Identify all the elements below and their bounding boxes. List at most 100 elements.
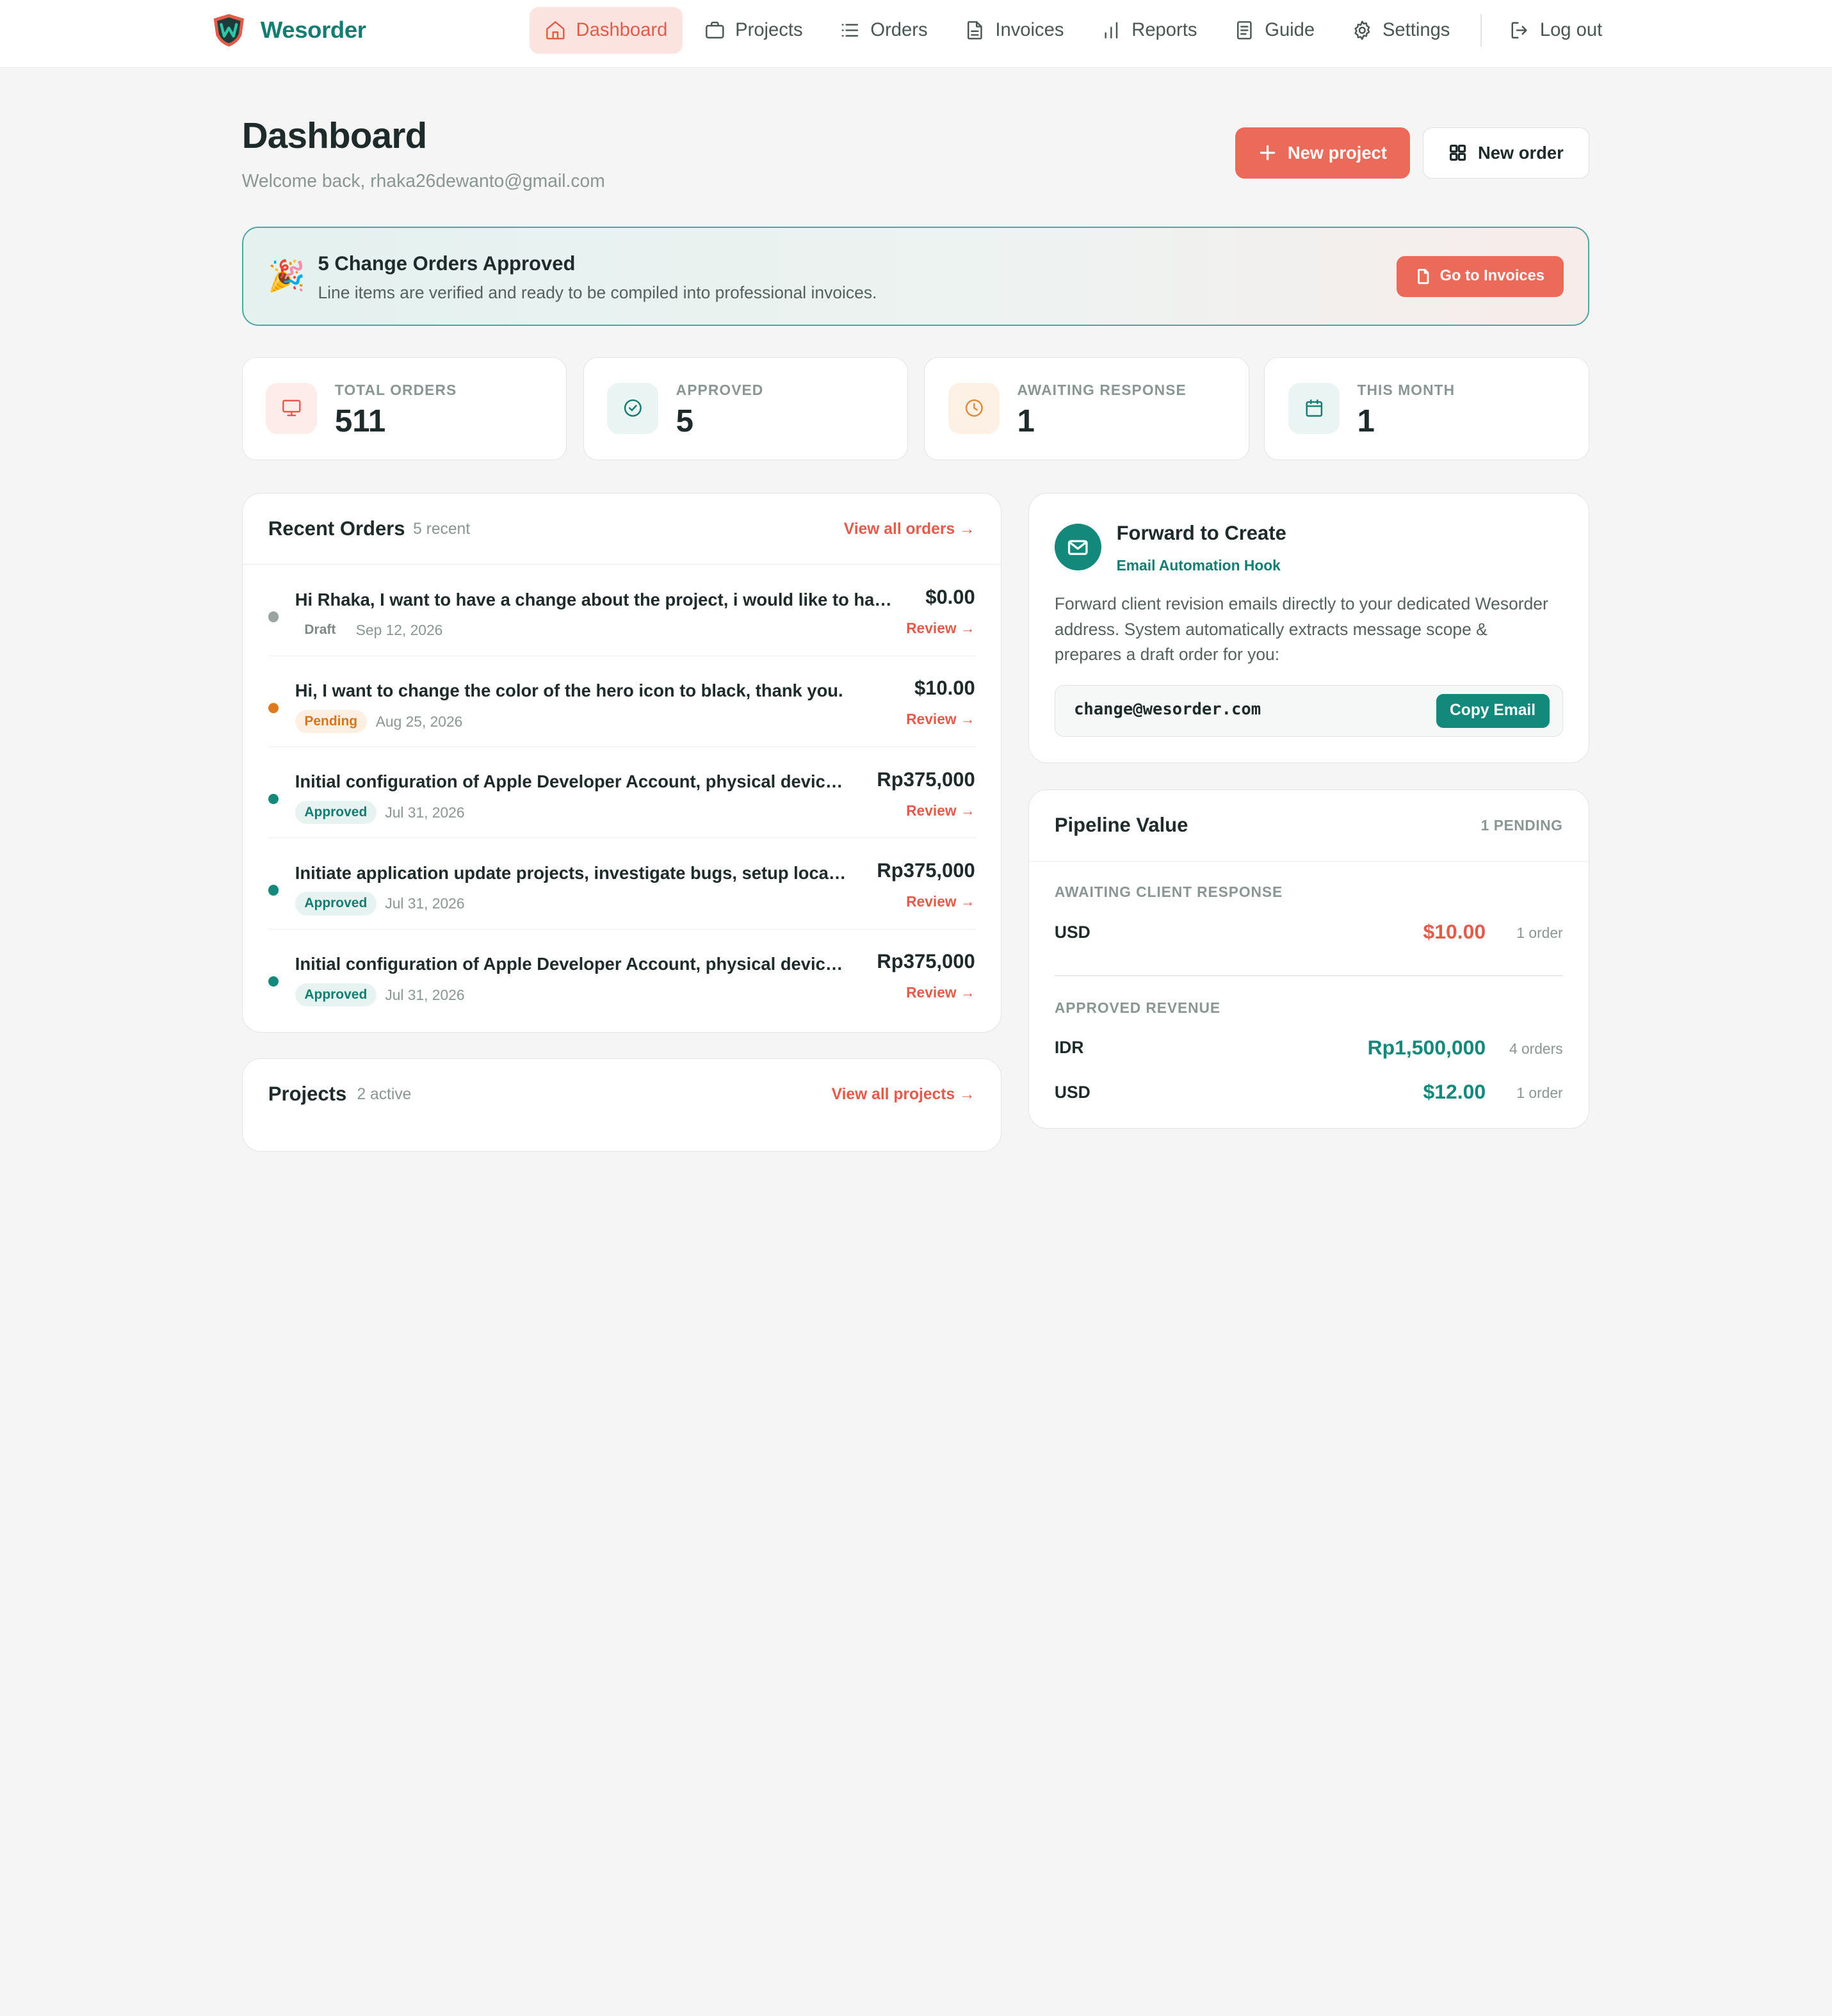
nav-dashboard[interactable]: Dashboard: [529, 6, 683, 54]
briefcase-icon: [705, 21, 724, 39]
nav-reports[interactable]: Reports: [1085, 7, 1212, 54]
nav-projects-label: Projects: [735, 19, 803, 40]
pipeline-amount: Rp1,500,000: [1367, 1035, 1486, 1059]
approved-section-label: APPROVED REVENUE: [1054, 999, 1220, 1017]
gear-icon: [1354, 20, 1370, 40]
new-order-label: New order: [1477, 143, 1564, 163]
stat-icon-box: [607, 382, 659, 434]
brand[interactable]: Wesorder: [211, 13, 366, 48]
stat-card-total-orders: TOTAL ORDERS 511: [241, 357, 567, 460]
status-badge: Approved: [295, 983, 377, 1007]
stat-icon-box: [1288, 382, 1340, 434]
nav-projects[interactable]: Projects: [688, 7, 818, 54]
nav-settings[interactable]: Settings: [1336, 7, 1465, 54]
recent-orders-card: Recent Orders 5 recent View all orders →…: [241, 493, 1001, 1033]
document-icon: [968, 21, 982, 40]
order-date: Aug 25, 2026: [375, 713, 463, 730]
order-title: Initial configuration of Apple Developer…: [295, 953, 850, 974]
brand-shield-icon: [213, 13, 245, 47]
clock-icon: [965, 399, 983, 417]
order-title: Hi, I want to change the color of the he…: [295, 680, 843, 700]
order-row[interactable]: Initial configuration of Apple Developer…: [268, 747, 975, 839]
top-navbar: Wesorder Dashboard Projects Orders Invoi…: [0, 0, 1832, 68]
pipeline-currency: IDR: [1054, 1038, 1084, 1058]
party-popper-icon: 🎉: [268, 259, 306, 294]
brand-name: Wesorder: [260, 17, 366, 44]
monitor-icon: [282, 400, 301, 417]
bar-chart-icon: [1105, 22, 1118, 39]
document-icon: [1418, 268, 1429, 284]
order-date: Jul 31, 2026: [385, 986, 465, 1003]
order-amount: Rp375,000: [877, 950, 975, 973]
awaiting-section-label: AWAITING CLIENT RESPONSE: [1054, 883, 1283, 901]
stat-icon-box: [948, 382, 1000, 434]
order-amount: $0.00: [925, 586, 975, 609]
pipeline-order-count: 1 order: [1516, 1085, 1563, 1102]
view-all-projects-link[interactable]: View all projects →: [832, 1086, 975, 1104]
order-amount: $10.00: [914, 677, 975, 700]
order-title: Initiate application update projects, in…: [295, 862, 850, 883]
order-date: Sep 12, 2026: [355, 622, 443, 639]
stat-card-awaiting-response: AWAITING RESPONSE 1: [924, 357, 1249, 460]
projects-count: 2 active: [357, 1086, 412, 1104]
pipeline-title: Pipeline Value: [1054, 813, 1188, 836]
stat-value: 1: [1017, 403, 1035, 439]
order-row[interactable]: Hi Rhaka, I want to have a change about …: [268, 565, 975, 656]
pipeline-header: Pipeline Value 1 PENDING: [1028, 790, 1589, 862]
forward-email-address[interactable]: change@wesorder.com: [1074, 700, 1261, 719]
pipeline-value-card: Pipeline Value 1 PENDING AWAITING CLIENT…: [1028, 789, 1589, 1129]
pipeline-currency: USD: [1054, 1082, 1090, 1102]
pipeline-row: USD $10.00 1 order: [1055, 920, 1563, 948]
status-dot: [268, 976, 279, 987]
nav-settings-label: Settings: [1382, 19, 1450, 40]
go-to-invoices-button[interactable]: Go to Invoices: [1396, 255, 1564, 297]
forward-description: Forward client revision emails directly …: [1054, 594, 1548, 664]
nav-reports-label: Reports: [1131, 19, 1197, 40]
pipeline-row: USD $12.00 1 order: [1055, 1080, 1563, 1108]
new-project-button[interactable]: New project: [1235, 127, 1411, 179]
banner-title: 5 Change Orders Approved: [318, 252, 576, 275]
review-link[interactable]: Review →: [906, 984, 975, 1001]
status-badge: Approved: [295, 800, 377, 825]
order-row[interactable]: Hi, I want to change the color of the he…: [268, 656, 975, 747]
view-all-orders-link[interactable]: View all orders →: [844, 520, 975, 538]
list-icon: [841, 24, 859, 37]
pipeline-order-count: 4 orders: [1509, 1040, 1563, 1057]
nav-dashboard-label: Dashboard: [576, 19, 668, 40]
copy-email-button[interactable]: Copy Email: [1436, 694, 1550, 728]
page-title: Dashboard: [241, 115, 428, 156]
review-link[interactable]: Review →: [906, 893, 975, 910]
nav-guide[interactable]: Guide: [1218, 7, 1330, 54]
stat-value: 511: [334, 403, 386, 439]
welcome-text: Welcome back, rhaka26dewanto@gmail.com: [241, 170, 605, 191]
banner-text: Line items are verified and ready to be …: [318, 282, 877, 302]
forward-subtitle: Email Automation Hook: [1116, 556, 1281, 574]
review-link[interactable]: Review →: [906, 620, 975, 637]
order-date: Jul 31, 2026: [385, 895, 465, 912]
status-badge: Approved: [295, 892, 377, 915]
stat-label: APPROVED: [676, 381, 764, 398]
stat-card-approved: APPROVED 5: [583, 357, 908, 460]
stat-card-this-month: THIS MONTH 1: [1264, 357, 1589, 460]
stat-value: 5: [676, 403, 694, 439]
projects-card: Projects 2 active View all projects →: [241, 1058, 1001, 1152]
order-title: Initial configuration of Apple Developer…: [295, 771, 850, 792]
logout-button[interactable]: Log out: [1493, 7, 1617, 54]
order-row[interactable]: Initial configuration of Apple Developer…: [268, 930, 975, 1020]
order-row[interactable]: Initiate application update projects, in…: [268, 838, 975, 930]
status-dot: [268, 793, 279, 805]
order-date: Jul 31, 2026: [385, 803, 465, 821]
nav-orders[interactable]: Orders: [823, 7, 943, 54]
main-nav: Dashboard Projects Orders Invoices Repor…: [529, 6, 1623, 54]
nav-divider: [1480, 13, 1482, 47]
new-order-button[interactable]: New order: [1423, 127, 1589, 179]
pipeline-amount: $10.00: [1423, 920, 1486, 944]
pipeline-pending-count: 1 PENDING: [1480, 817, 1563, 834]
nav-invoices[interactable]: Invoices: [948, 7, 1079, 54]
order-amount: Rp375,000: [877, 859, 975, 882]
review-link[interactable]: Review →: [906, 711, 975, 728]
stat-icon-box: [266, 382, 318, 434]
stat-label: THIS MONTH: [1357, 381, 1455, 398]
review-link[interactable]: Review →: [906, 802, 975, 819]
pipeline-row: IDR Rp1,500,000 4 orders: [1055, 1036, 1563, 1064]
